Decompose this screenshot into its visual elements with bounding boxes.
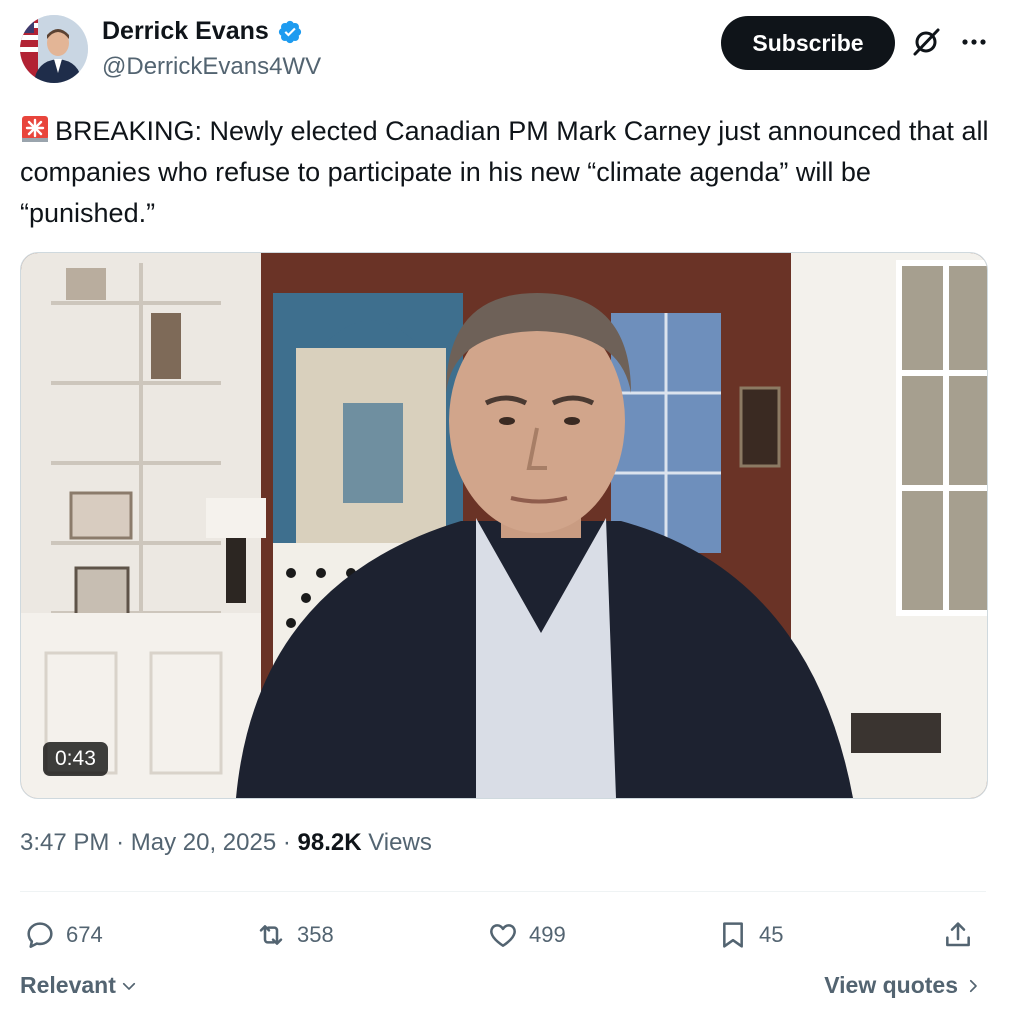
verified-badge-icon[interactable] (277, 19, 303, 45)
bookmark-button[interactable]: 45 (717, 910, 783, 960)
bookmark-count: 45 (759, 922, 784, 947)
siren-icon (22, 116, 48, 142)
like-button[interactable]: 499 (487, 910, 566, 960)
author-name[interactable]: Derrick Evans (102, 17, 269, 46)
repost-count: 358 (297, 922, 334, 947)
video-frame (21, 253, 987, 798)
heart-icon (490, 924, 516, 947)
repost-button[interactable]: 358 (255, 910, 334, 960)
reply-count: 674 (66, 922, 103, 947)
sort-label: Relevant (20, 972, 116, 998)
chevron-right-icon (969, 979, 977, 992)
author-avatar[interactable] (20, 15, 88, 83)
subscribe-button[interactable]: Subscribe (721, 16, 895, 70)
action-bar: 674 358 499 45 (20, 910, 986, 960)
avatar-image (20, 15, 88, 83)
share-icon (946, 922, 970, 947)
view-quotes-label: View quotes (824, 972, 958, 998)
reply-button[interactable]: 674 (24, 910, 103, 960)
meta-separator: · (116, 829, 131, 856)
view-quotes-link[interactable]: View quotes (824, 972, 982, 999)
reply-icon (27, 922, 53, 948)
sort-replies-dropdown[interactable]: Relevant (20, 972, 138, 999)
tweet-time[interactable]: 3:47 PM (20, 829, 109, 856)
tweet-meta: 3:47 PM · May 20, 2025 · 98.2K Views (20, 829, 432, 857)
chevron-down-icon (122, 982, 135, 990)
more-icon[interactable] (956, 24, 992, 60)
divider (20, 891, 986, 892)
tweet-text: BREAKING: Newly elected Canadian PM Mark… (20, 111, 995, 234)
author-handle[interactable]: @DerrickEvans4WV (102, 53, 321, 81)
share-button[interactable] (942, 910, 974, 960)
tweet-body: BREAKING: Newly elected Canadian PM Mark… (20, 116, 989, 228)
video-duration: 0:43 (43, 742, 108, 776)
meta-separator: · (282, 829, 298, 856)
like-count: 499 (529, 922, 566, 947)
grok-icon[interactable] (908, 24, 944, 60)
views-count: 98.2K (297, 829, 362, 856)
author-name-row[interactable]: Derrick Evans (102, 17, 303, 46)
tweet-date[interactable]: May 20, 2025 (131, 829, 276, 856)
video-player[interactable]: 0:43 (20, 252, 988, 799)
bookmark-icon (723, 922, 743, 948)
repost-icon (259, 925, 283, 945)
views-label: Views (368, 829, 432, 856)
